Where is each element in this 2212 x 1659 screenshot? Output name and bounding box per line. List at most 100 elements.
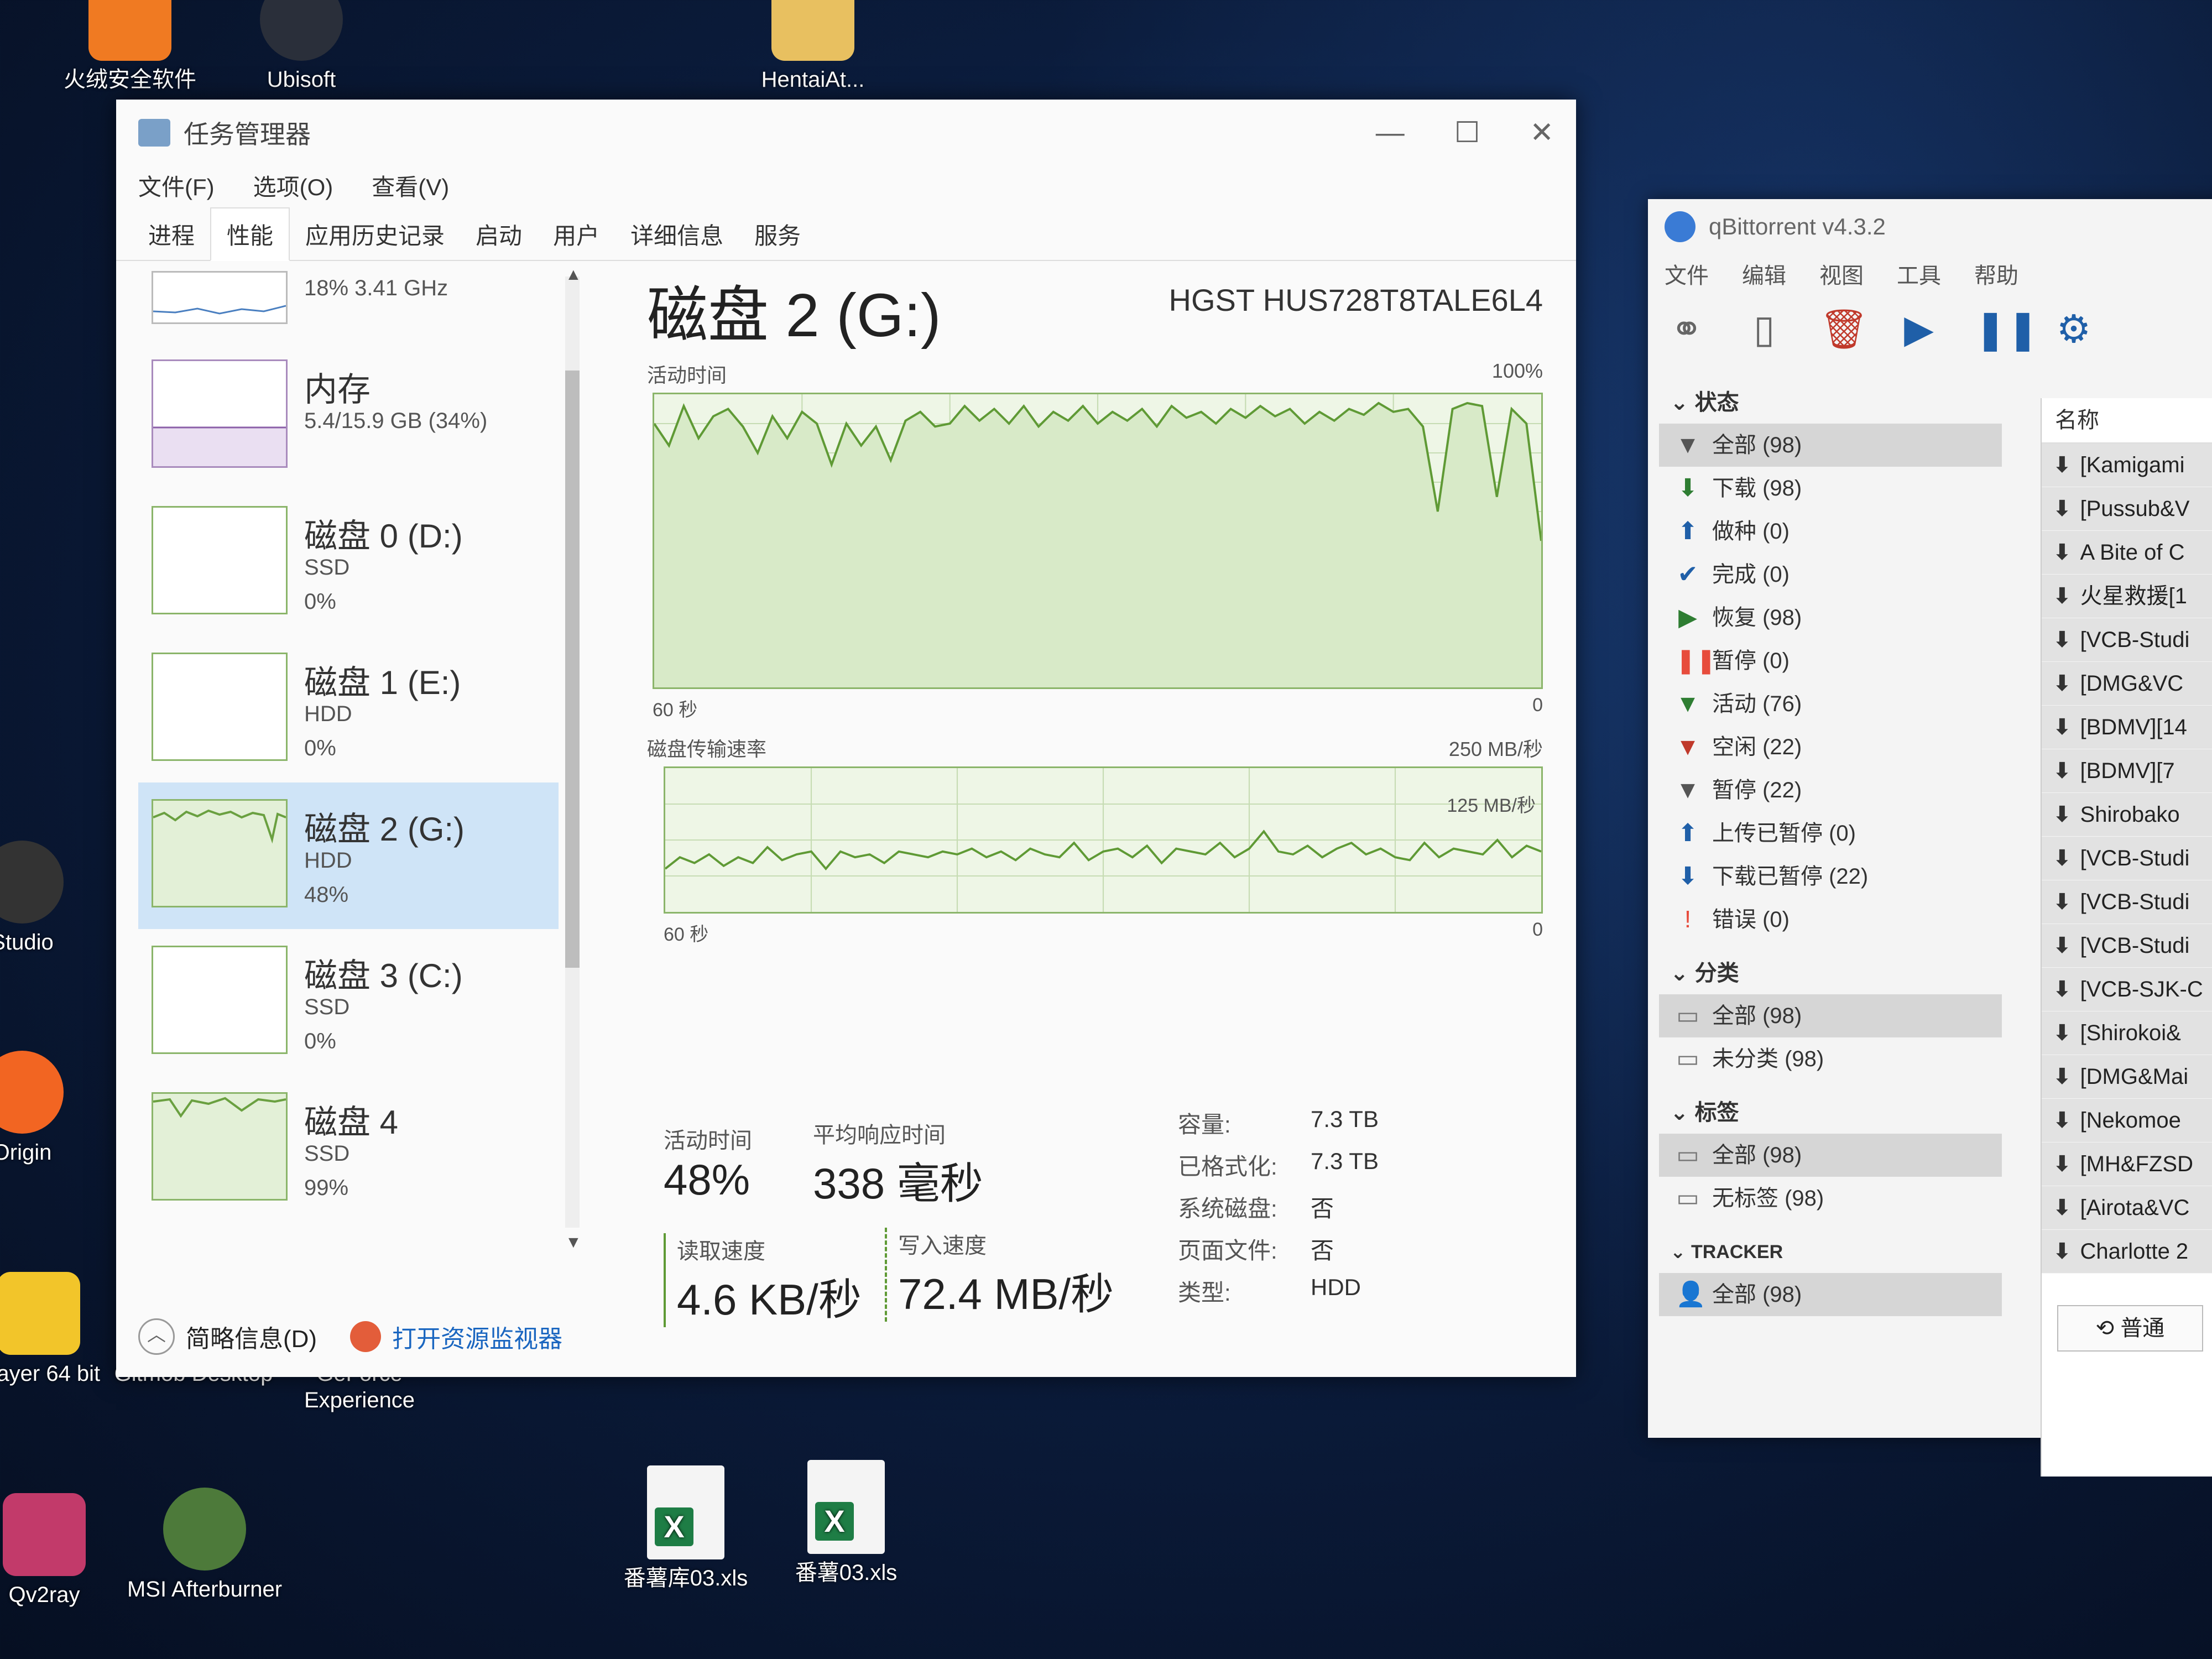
add-torrent-file-icon[interactable]: ▯ (1742, 307, 1786, 351)
device-cpu[interactable]: 18% 3.41 GHz (138, 271, 559, 343)
torrent-row[interactable]: ⬇ [Shirokoi& (2042, 1011, 2212, 1055)
desktop-icon-msi[interactable]: MSI Afterburner (122, 1488, 288, 1603)
torrent-row[interactable]: ⬇ [DMG&Mai (2042, 1055, 2212, 1099)
torrent-row[interactable]: ⬇ A Bite of C (2042, 531, 2212, 575)
category-section-header[interactable]: ⌄ 分类 (1659, 952, 2002, 994)
torrent-row[interactable]: ⬇ [Pussub&V (2042, 487, 2212, 531)
status-section-header[interactable]: ⌄ 状态 (1659, 382, 2002, 424)
tag-all[interactable]: ▭ 全部 (98) (1659, 1134, 2002, 1177)
tab-services[interactable]: 服务 (739, 208, 816, 260)
device-usage: 0% (304, 589, 336, 614)
device-disk-3[interactable]: 磁盘 3 (C:) SSD 0% (138, 929, 559, 1076)
torrent-row[interactable]: ⬇ [MH&FZSD (2042, 1142, 2212, 1186)
torrent-row[interactable]: ⬇ Charlotte 2 (2042, 1230, 2212, 1274)
status-filter-resumed[interactable]: ▶ 恢复 (98) (1659, 596, 2002, 639)
desktop-icon-qv2ray[interactable]: Qv2ray (0, 1493, 127, 1608)
torrent-name: [VCB-Studi (2080, 846, 2190, 870)
pause-icon[interactable]: ❚❚ (1974, 307, 2039, 351)
torrent-row[interactable]: ⬇ Shirobako (2042, 793, 2212, 837)
scrollbar-thumb[interactable] (565, 371, 580, 968)
scroll-up-icon[interactable]: ▲ (565, 265, 582, 284)
download-arrow-icon: ⬇ (2053, 453, 2072, 477)
qb-title-bar[interactable]: qBittorrent v4.3.2 (1648, 199, 2212, 254)
device-disk-1[interactable]: 磁盘 1 (E:) HDD 0% (138, 636, 559, 782)
torrent-row[interactable]: ⬇ [VCB-Studi (2042, 924, 2212, 968)
status-filter-seeding[interactable]: ⬆ 做种 (0) (1659, 510, 2002, 553)
status-filter-stalled-uploading[interactable]: ⬆ 上传已暂停 (0) (1659, 812, 2002, 855)
desktop-file-xls-2[interactable]: 番薯03.xls (763, 1460, 929, 1586)
speed-mode-button[interactable]: ⟲ 普通 (2057, 1305, 2203, 1352)
tab-app-history[interactable]: 应用历史记录 (290, 208, 460, 260)
torrent-row[interactable]: ⬇ [BDMV][14 (2042, 706, 2212, 749)
tab-details[interactable]: 详细信息 (615, 208, 739, 260)
close-button[interactable]: ✕ (1530, 116, 1554, 149)
device-list: 18% 3.41 GHz 内存 5.4/15.9 GB (34%) 磁盘 0 (… (138, 271, 559, 1266)
tracker-section-header[interactable]: ⌄ TRACKER (1659, 1231, 2002, 1273)
delete-icon[interactable]: 🗑 (1819, 307, 1869, 351)
status-header-label: 状态 (1694, 390, 1739, 415)
qb-menu-view[interactable]: 视图 (1819, 258, 1864, 290)
torrent-name: [Kamigami (2080, 453, 2185, 477)
torrent-row[interactable]: ⬇ [BDMV][7 (2042, 749, 2212, 793)
tab-startup[interactable]: 启动 (460, 208, 538, 260)
category-all[interactable]: ▭ 全部 (98) (1659, 994, 2002, 1037)
menu-file[interactable]: 文件(F) (138, 169, 215, 202)
status-filter-inactive[interactable]: ▼ 空闲 (22) (1659, 726, 2002, 769)
status-filter-stalled[interactable]: ▼ 暂停 (22) (1659, 769, 2002, 812)
qb-menu-help[interactable]: 帮助 (1974, 258, 2018, 290)
desktop-icon-player[interactable]: Player 64 bit (0, 1272, 122, 1387)
tracker-all[interactable]: 👤 全部 (98) (1659, 1273, 2002, 1316)
activity-graph-right-axis: 0 (1532, 695, 1543, 716)
torrent-row[interactable]: ⬇ [VCB-Studi (2042, 837, 2212, 880)
status-filter-downloading[interactable]: ⬇ 下载 (98) (1659, 467, 2002, 510)
fewer-details-link[interactable]: 简略信息(D) (186, 1319, 317, 1354)
device-disk-4[interactable]: 磁盘 4 SSD 99% (138, 1076, 559, 1222)
tag-section-header[interactable]: ⌄ 标签 (1659, 1092, 2002, 1134)
chevron-up-icon[interactable]: ︿ (138, 1318, 175, 1355)
menu-view[interactable]: 查看(V) (372, 169, 449, 202)
torrent-row[interactable]: ⬇ [VCB-Studi (2042, 618, 2212, 662)
status-filter-completed[interactable]: ✔ 完成 (0) (1659, 553, 2002, 596)
desktop-icon-origin[interactable]: Origin (0, 1051, 105, 1166)
device-disk-0[interactable]: 磁盘 0 (D:) SSD 0% (138, 489, 559, 636)
torrent-row[interactable]: ⬇ 火星救援[1 (2042, 575, 2212, 618)
open-resource-monitor-link[interactable]: 打开资源监视器 (392, 1319, 562, 1354)
minimize-button[interactable]: — (1376, 116, 1405, 149)
status-filter-paused[interactable]: ❚❚ 暂停 (0) (1659, 639, 2002, 682)
tab-processes[interactable]: 进程 (133, 208, 210, 260)
torrent-row[interactable]: ⬇ [VCB-Studi (2042, 880, 2212, 924)
torrent-row[interactable]: ⬇ [DMG&VC (2042, 662, 2212, 706)
status-filter-active[interactable]: ▼ 活动 (76) (1659, 682, 2002, 726)
tab-users[interactable]: 用户 (538, 208, 615, 260)
qb-menu-tools[interactable]: 工具 (1897, 258, 1941, 290)
title-bar[interactable]: 任务管理器 (116, 100, 1576, 166)
desktop-icon-ubisoft[interactable]: Ubisoft (218, 0, 384, 93)
desktop-icon-hentaiat[interactable]: HentaiAt... (730, 0, 896, 93)
column-header-name[interactable]: 名称 (2042, 398, 2212, 444)
desktop-icon-huorong[interactable]: 火绒安全软件 (47, 0, 213, 93)
menu-options[interactable]: 选项(O) (253, 169, 333, 202)
maximize-button[interactable]: ☐ (1454, 116, 1480, 149)
torrent-row[interactable]: ⬇ [Airota&VC (2042, 1186, 2212, 1230)
device-list-scrollbar[interactable] (565, 276, 580, 1228)
scroll-down-icon[interactable]: ▼ (565, 1233, 582, 1252)
status-filter-errored[interactable]: ! 错误 (0) (1659, 898, 2002, 941)
torrent-row[interactable]: ⬇ [Nekomoe (2042, 1099, 2212, 1142)
category-uncategorized[interactable]: ▭ 未分类 (98) (1659, 1037, 2002, 1081)
desktop-file-xls-1[interactable]: 番薯库03.xls (603, 1465, 769, 1592)
torrent-row[interactable]: ⬇ [VCB-SJK-C (2042, 968, 2212, 1011)
tab-performance[interactable]: 性能 (210, 207, 290, 261)
add-link-icon[interactable]: ⚭ (1665, 307, 1709, 351)
status-filter-stalled-downloading[interactable]: ⬇ 下载已暂停 (22) (1659, 855, 2002, 898)
status-filter-all[interactable]: ▼ 全部 (98) (1659, 424, 2002, 467)
tag-untagged[interactable]: ▭ 无标签 (98) (1659, 1177, 2002, 1220)
download-arrow-icon: ⬇ (2053, 759, 2072, 783)
resume-icon[interactable]: ▶ (1897, 307, 1941, 351)
device-disk-2[interactable]: 磁盘 2 (G:) HDD 48% (138, 782, 559, 929)
options-gear-icon[interactable]: ⚙ (2052, 307, 2096, 351)
qb-menu-edit[interactable]: 编辑 (1742, 258, 1786, 290)
qb-menu-file[interactable]: 文件 (1665, 258, 1709, 290)
torrent-row[interactable]: ⬇ [Kamigami (2042, 444, 2212, 487)
device-memory[interactable]: 内存 5.4/15.9 GB (34%) (138, 343, 559, 489)
desktop-icon-studio[interactable]: Studio (0, 841, 105, 956)
